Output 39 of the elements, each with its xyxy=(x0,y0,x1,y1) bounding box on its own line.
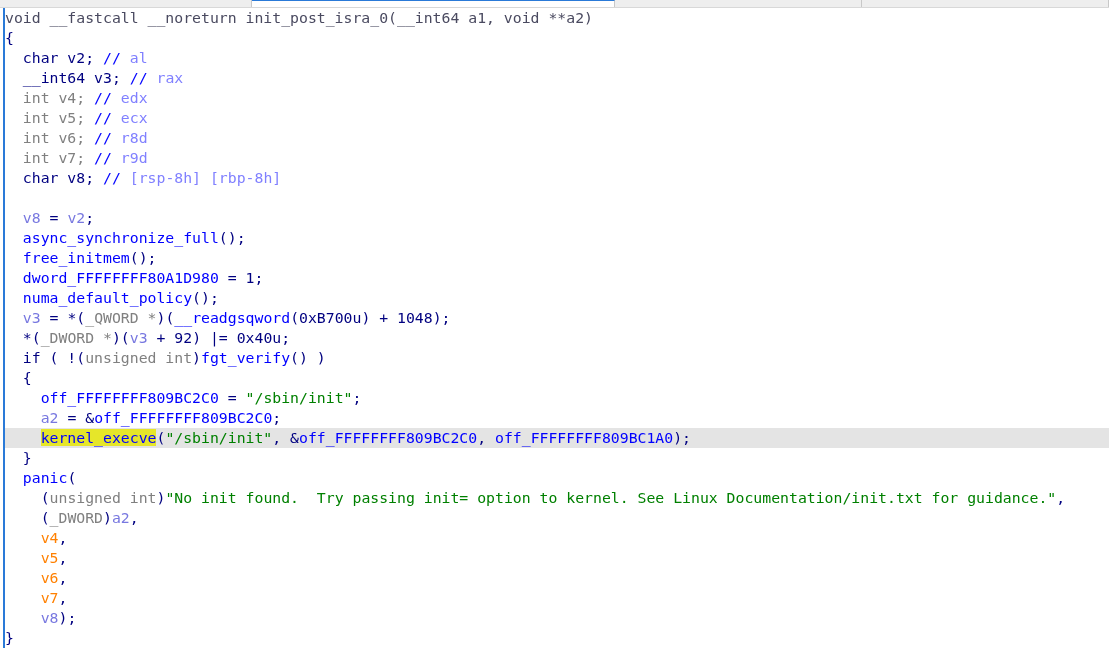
code-line: int v4; // edx xyxy=(21,88,149,108)
tab[interactable] xyxy=(252,0,616,7)
code-line: panic( xyxy=(21,468,78,488)
code-line: } xyxy=(21,448,33,468)
code-token: , & xyxy=(272,429,299,446)
code-line: int v7; // r9d xyxy=(21,148,149,168)
code-line: } xyxy=(5,628,15,648)
code-line: char v2; // al xyxy=(21,48,149,68)
code-line: int v5; // ecx xyxy=(21,108,149,128)
code-line: v3 = *(_QWORD *)(__readgsqword(0xB700u) + 1048); xyxy=(21,308,452,328)
code-line: { xyxy=(21,368,33,388)
code-line: (unsigned int)"No init found. Try passing init= option to kernel. See Linux Documentation/init.txt for guidance.", xyxy=(39,488,1067,508)
code-token: off_FFFFFFFF809BC2C0 xyxy=(299,429,478,446)
code-line: v7, xyxy=(39,588,69,608)
code-token: ( xyxy=(156,429,166,446)
code-line: v6, xyxy=(39,568,69,588)
code-line: char v8; // [rsp-8h] [rbp-8h] xyxy=(21,168,283,188)
code-line: off_FFFFFFFF809BC2C0 = "/sbin/init"; xyxy=(39,388,363,408)
code-line: { xyxy=(5,28,15,48)
code-line: *(_DWORD *)(v3 + 92) |= 0x40u; xyxy=(21,328,292,348)
code-line: __int64 v3; // rax xyxy=(21,68,185,88)
code-line: (_DWORD)a2, xyxy=(39,508,140,528)
code-token: off_FFFFFFFF809BC1A0 xyxy=(495,429,674,446)
code-line: v8); xyxy=(39,608,78,628)
code-line: void __fastcall __noreturn init_post_isra_0(__int64 a1, void **a2) xyxy=(5,8,594,28)
code-line: a2 = &off_FFFFFFFF809BC2C0; xyxy=(39,408,283,428)
code-line: async_synchronize_full(); xyxy=(21,228,247,248)
code-token: "/sbin/init" xyxy=(165,429,273,446)
code-line: v4, xyxy=(39,528,69,548)
code-line: v8 = v2; xyxy=(21,208,96,228)
code-line: numa_default_policy(); xyxy=(21,288,220,308)
code-line: int v6; // r8d xyxy=(21,128,149,148)
highlighted-identifier: kernel_execve xyxy=(40,429,157,446)
code-line: v5, xyxy=(39,548,69,568)
code-token: ); xyxy=(673,429,691,446)
code-line: if ( !(unsigned int)fgt_verify() ) xyxy=(21,348,327,368)
code-line: free_initmem(); xyxy=(21,248,158,268)
code-line: dword_FFFFFFFF80A1D980 = 1; xyxy=(21,268,265,288)
code-token: , xyxy=(477,429,488,446)
